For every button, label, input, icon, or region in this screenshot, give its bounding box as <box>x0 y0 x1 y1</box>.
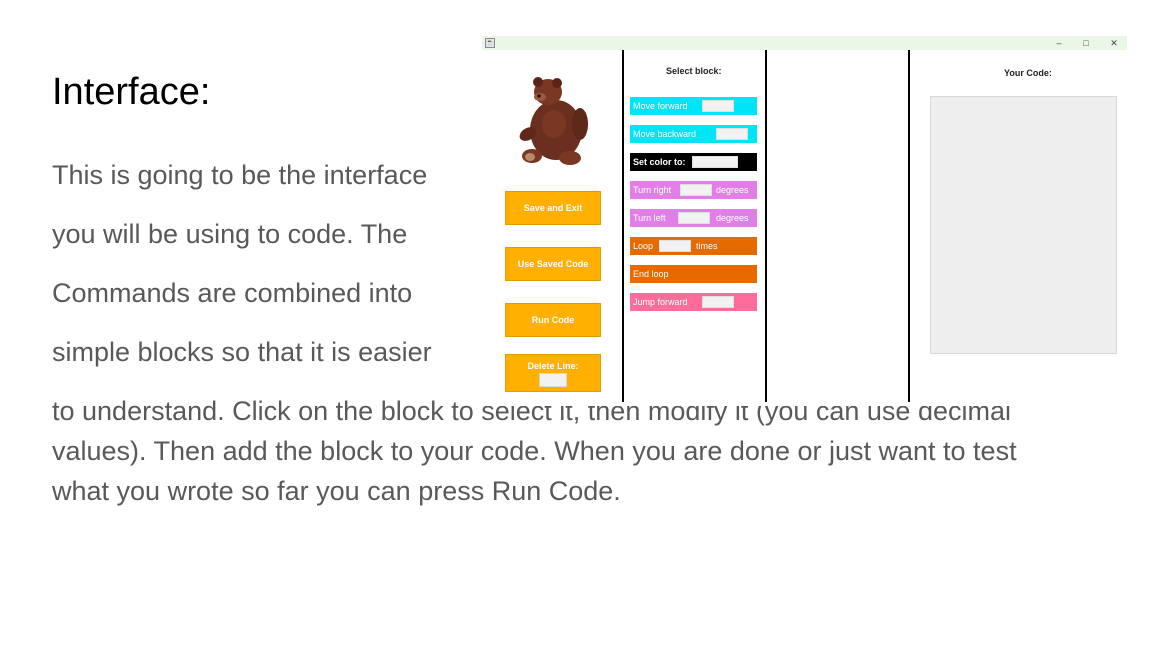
paragraph-line-4: simple blocks so that it is easier <box>52 337 432 367</box>
delete-line-button[interactable]: Delete Line: <box>505 354 601 392</box>
block-move-forward[interactable]: Move forward <box>630 97 757 115</box>
block-end-loop[interactable]: End loop <box>630 265 757 283</box>
teddy-bear-image <box>519 77 588 165</box>
panel-divider-1 <box>622 50 624 402</box>
block-label: Turn right <box>633 185 672 195</box>
block-value-input[interactable] <box>716 128 748 140</box>
paragraph-line-3: Commands are combined into <box>52 278 413 308</box>
app-window-screenshot: ☕ – □ ✕ Save and Exit Use Saved Code Run… <box>482 36 1127 406</box>
block-value-input[interactable] <box>702 296 734 308</box>
paragraph-line-2: you will be using to code. The <box>52 219 408 249</box>
block-turn-right[interactable]: Turn right degrees <box>630 181 757 199</box>
your-code-heading: Your Code: <box>1004 68 1052 78</box>
slide-title: Interface: <box>52 71 211 113</box>
use-saved-code-button[interactable]: Use Saved Code <box>505 247 601 281</box>
delete-line-input[interactable] <box>539 373 567 387</box>
block-value-input[interactable] <box>692 156 738 168</box>
paragraph-line-7: what you wrote so far you can press Run … <box>52 476 621 506</box>
block-move-backward[interactable]: Move backward <box>630 125 757 143</box>
panel-divider-3 <box>908 50 910 402</box>
block-label: Set color to: <box>633 157 686 167</box>
block-value-input[interactable] <box>659 240 691 252</box>
block-value-input[interactable] <box>680 184 712 196</box>
block-jump-forward[interactable]: Jump forward <box>630 293 757 311</box>
block-suffix: degrees <box>716 213 749 223</box>
select-block-heading: Select block: <box>666 66 722 76</box>
delete-line-label: Delete Line: <box>527 361 579 371</box>
save-and-exit-button[interactable]: Save and Exit <box>505 191 601 225</box>
block-suffix: times <box>696 241 718 251</box>
minimize-icon[interactable]: – <box>1049 36 1069 50</box>
block-turn-left[interactable]: Turn left degrees <box>630 209 757 227</box>
maximize-icon[interactable]: □ <box>1076 36 1096 50</box>
run-code-button[interactable]: Run Code <box>505 303 601 337</box>
block-label: Move forward <box>633 101 688 111</box>
block-label: Move backward <box>633 129 697 139</box>
block-label: Loop <box>633 241 654 251</box>
window-titlebar: ☕ – □ ✕ <box>482 36 1127 50</box>
paragraph-line-6: values). Then add the block to your code… <box>52 436 1017 466</box>
block-label: Jump forward <box>633 297 688 307</box>
close-icon[interactable]: ✕ <box>1104 36 1124 50</box>
block-set-color[interactable]: Set color to: <box>630 153 757 171</box>
block-label: End loop <box>633 269 669 279</box>
block-label: Turn left <box>633 213 666 223</box>
code-text-area[interactable] <box>930 96 1117 354</box>
block-loop[interactable]: Loop times <box>630 237 757 255</box>
block-value-input[interactable] <box>702 100 734 112</box>
java-app-icon: ☕ <box>485 38 495 48</box>
block-suffix: degrees <box>716 185 749 195</box>
panel-divider-2 <box>765 50 767 402</box>
paragraph-line-1: This is going to be the interface <box>52 160 428 190</box>
block-value-input[interactable] <box>678 212 710 224</box>
